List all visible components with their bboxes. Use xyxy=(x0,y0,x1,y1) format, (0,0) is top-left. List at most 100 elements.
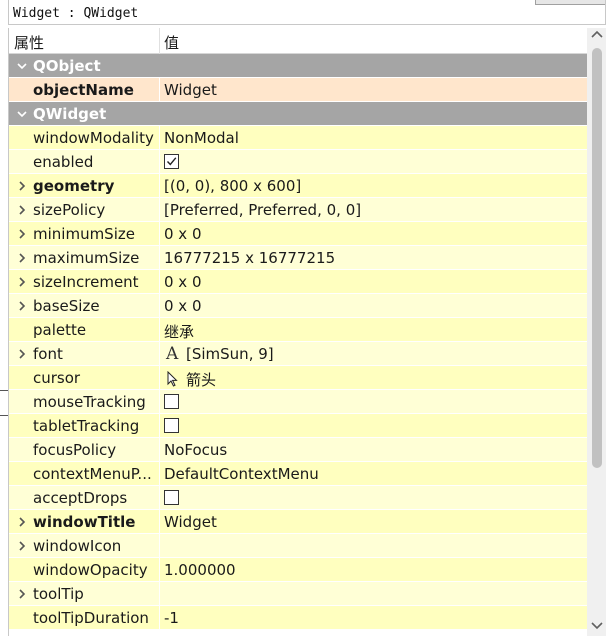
column-separator xyxy=(159,558,160,582)
chevron-right-icon[interactable] xyxy=(15,347,29,361)
property-value[interactable]: NonModal xyxy=(164,129,239,147)
property-checkbox[interactable] xyxy=(164,418,179,433)
property-editor: 属性 值 QObject objectName Widget QWidget windo… xyxy=(8,28,606,636)
property-row[interactable]: minimumSize 0 x 0 xyxy=(9,222,587,246)
column-separator xyxy=(159,198,160,222)
property-value-text: 0 x 0 xyxy=(164,273,202,291)
chevron-right-icon[interactable] xyxy=(15,251,29,265)
property-value[interactable]: 继承 xyxy=(164,321,194,342)
property-value[interactable]: DefaultContextMenu xyxy=(164,465,319,483)
property-value-text: 0 x 0 xyxy=(164,225,202,243)
property-name: windowTitle xyxy=(33,513,136,531)
property-row[interactable]: sizePolicy [Preferred, Preferred, 0, 0] xyxy=(9,198,587,222)
property-row[interactable]: windowOpacity 1.000000 xyxy=(9,558,587,582)
property-value-text: NoFocus xyxy=(164,441,228,459)
property-name: toolTipDuration xyxy=(33,609,149,627)
property-group-row[interactable]: QWidget xyxy=(9,102,587,126)
property-value-text: 16777215 x 16777215 xyxy=(164,249,336,267)
property-rows: QObject objectName Widget QWidget windowModa… xyxy=(9,54,587,630)
chevron-right-icon[interactable] xyxy=(15,275,29,289)
property-value[interactable]: A [SimSun, 9] xyxy=(164,344,274,364)
column-separator xyxy=(159,366,160,390)
property-value[interactable]: 16777215 x 16777215 xyxy=(164,249,335,267)
column-separator xyxy=(159,534,160,558)
property-row[interactable]: objectName Widget xyxy=(9,78,587,102)
property-value[interactable]: Widget xyxy=(164,513,217,531)
property-name: toolTip xyxy=(33,585,84,603)
svg-text:A: A xyxy=(165,345,179,361)
font-icon: A xyxy=(164,344,182,364)
property-row[interactable]: tabletTracking xyxy=(9,414,587,438)
chevron-down-icon[interactable] xyxy=(15,107,29,121)
property-value[interactable]: 0 x 0 xyxy=(164,297,202,315)
property-value[interactable]: NoFocus xyxy=(164,441,227,459)
column-separator xyxy=(159,342,160,366)
property-name: palette xyxy=(33,321,87,339)
property-name: QObject xyxy=(33,57,101,75)
chevron-right-icon[interactable] xyxy=(15,299,29,313)
property-value-text: [SimSun, 9] xyxy=(186,345,274,363)
property-row[interactable]: palette 继承 xyxy=(9,318,587,342)
property-value[interactable]: [(0, 0), 800 x 600] xyxy=(164,177,301,195)
column-separator xyxy=(159,462,160,486)
chevron-right-icon[interactable] xyxy=(15,227,29,241)
scroll-up-arrow-icon[interactable] xyxy=(591,30,603,40)
arrow-cursor-icon xyxy=(164,370,182,387)
property-row[interactable]: toolTip xyxy=(9,582,587,606)
checkmark-icon xyxy=(166,157,177,166)
property-checkbox[interactable] xyxy=(164,394,179,409)
property-name: sizePolicy xyxy=(33,201,106,219)
property-row[interactable]: geometry [(0, 0), 800 x 600] xyxy=(9,174,587,198)
property-row[interactable]: windowModality NonModal xyxy=(9,126,587,150)
scroll-thumb[interactable] xyxy=(592,48,602,468)
property-value-text: -1 xyxy=(164,609,179,627)
property-value[interactable]: [Preferred, Preferred, 0, 0] xyxy=(164,201,361,219)
property-value[interactable]: 箭头 xyxy=(164,369,216,390)
property-name: windowOpacity xyxy=(33,561,148,579)
property-row[interactable]: focusPolicy NoFocus xyxy=(9,438,587,462)
property-value[interactable]: -1 xyxy=(164,609,179,627)
property-name: baseSize xyxy=(33,297,100,315)
chevron-right-icon[interactable] xyxy=(15,515,29,529)
property-row[interactable]: windowIcon xyxy=(9,534,587,558)
property-row[interactable]: font A [SimSun, 9] xyxy=(9,342,587,366)
property-row[interactable]: contextMenuP... DefaultContextMenu xyxy=(9,462,587,486)
property-value-text: 箭头 xyxy=(186,371,217,389)
property-value-text: [Preferred, Preferred, 0, 0] xyxy=(164,201,362,219)
property-row[interactable]: sizeIncrement 0 x 0 xyxy=(9,270,587,294)
property-checkbox[interactable] xyxy=(164,490,179,505)
column-separator xyxy=(159,126,160,150)
column-separator xyxy=(159,510,160,534)
property-value-text: NonModal xyxy=(164,129,239,147)
property-value[interactable]: 0 x 0 xyxy=(164,273,202,291)
property-row[interactable]: windowTitle Widget xyxy=(9,510,587,534)
chevron-right-icon[interactable] xyxy=(15,587,29,601)
property-row[interactable]: enabled xyxy=(9,150,587,174)
value-column-header[interactable]: 值 xyxy=(164,32,179,53)
scroll-down-arrow-icon[interactable] xyxy=(591,620,603,630)
property-value[interactable]: 1.000000 xyxy=(164,561,236,579)
corner-button[interactable] xyxy=(535,0,605,5)
chevron-right-icon[interactable] xyxy=(15,539,29,553)
property-name: sizeIncrement xyxy=(33,273,139,291)
property-value[interactable]: 0 x 0 xyxy=(164,225,202,243)
property-column-header[interactable]: 属性 xyxy=(14,32,44,53)
property-value-text: [(0, 0), 800 x 600] xyxy=(164,177,302,195)
header-separator[interactable] xyxy=(159,28,160,54)
chevron-right-icon[interactable] xyxy=(15,203,29,217)
chevron-right-icon[interactable] xyxy=(15,179,29,193)
property-row[interactable]: mouseTracking xyxy=(9,390,587,414)
property-checkbox[interactable] xyxy=(164,154,179,169)
property-row[interactable]: toolTipDuration -1 xyxy=(9,606,587,630)
property-row[interactable]: acceptDrops xyxy=(9,486,587,510)
property-row[interactable]: maximumSize 16777215 x 16777215 xyxy=(9,246,587,270)
column-separator xyxy=(159,486,160,510)
property-name: minimumSize xyxy=(33,225,135,243)
property-value[interactable]: Widget xyxy=(164,81,217,99)
chevron-down-icon[interactable] xyxy=(15,59,29,73)
property-name: enabled xyxy=(33,153,94,171)
property-row[interactable]: cursor 箭头 xyxy=(9,366,587,390)
vertical-scrollbar[interactable] xyxy=(587,28,606,636)
property-row[interactable]: baseSize 0 x 0 xyxy=(9,294,587,318)
property-group-row[interactable]: QObject xyxy=(9,54,587,78)
